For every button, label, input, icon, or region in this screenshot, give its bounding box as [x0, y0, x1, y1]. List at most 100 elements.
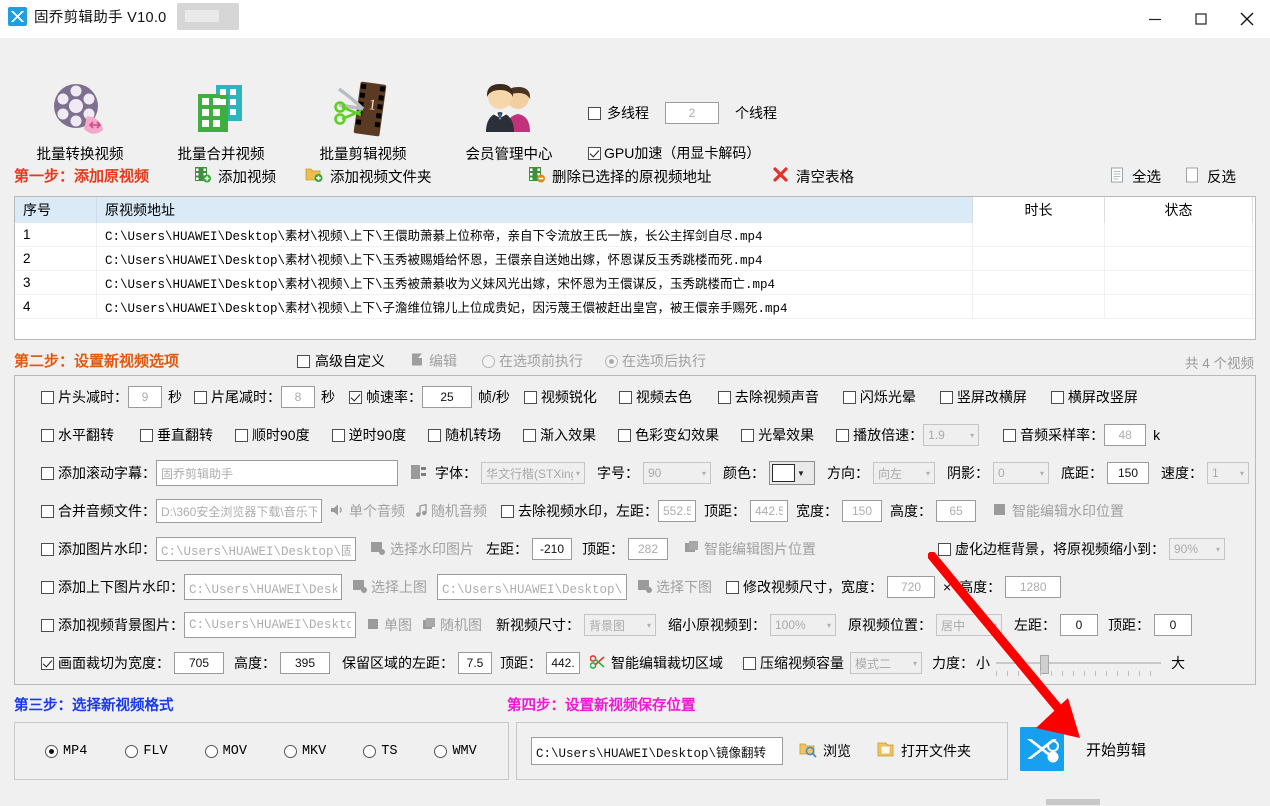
head-trim-option[interactable]: 片头减时：: [41, 387, 128, 407]
edit-button[interactable]: 编辑: [410, 351, 457, 371]
blur-shrink-select[interactable]: 90% ▾: [1169, 538, 1225, 560]
open-folder-button[interactable]: 打开文件夹: [877, 741, 971, 761]
framerate-input[interactable]: [422, 386, 472, 408]
watermark-top-input[interactable]: [750, 500, 788, 522]
tail-trim-option[interactable]: 片尾减时：: [194, 387, 281, 407]
shrink-select[interactable]: 100% ▾: [770, 614, 836, 636]
font-select[interactable]: 华文行楷(STXingkai)▾: [481, 462, 585, 484]
execute-before-radio[interactable]: 在选项前执行: [482, 351, 583, 371]
choose-bottom-image-button[interactable]: 选择下图: [637, 577, 712, 597]
bg-left-input[interactable]: [1060, 614, 1098, 636]
merge-audio-checkbox[interactable]: [41, 504, 54, 518]
delete-selected-button[interactable]: 删除已选择的原视频地址: [528, 166, 712, 187]
close-icon[interactable]: [1224, 0, 1270, 38]
scroll-subtitle-input[interactable]: [156, 460, 398, 486]
direction-select[interactable]: 向左 ▾: [873, 462, 935, 484]
header-status[interactable]: 状态: [1105, 197, 1253, 223]
blur-border-option[interactable]: 虚化边框背景，将原视频缩小到：: [938, 539, 1165, 559]
execute-before-radio-control[interactable]: [482, 354, 495, 368]
header-path[interactable]: 原视频地址: [97, 197, 973, 223]
single-audio-button[interactable]: 单个音频: [330, 501, 405, 521]
crop-checkbox[interactable]: [41, 656, 54, 670]
format-mp4[interactable]: MP4: [45, 744, 87, 759]
save-path-input[interactable]: [531, 737, 783, 765]
topbottom-watermark-checkbox[interactable]: [41, 580, 54, 594]
remove-watermark-option[interactable]: 去除视频水印，左距：: [501, 501, 658, 521]
bg-top-input[interactable]: [1154, 614, 1192, 636]
format-wmv-radio[interactable]: [434, 744, 448, 758]
shadow-select[interactable]: 0 ▾: [993, 462, 1049, 484]
bottom-scroll-area[interactable]: [0, 798, 1270, 806]
image-watermark-input[interactable]: [156, 537, 356, 561]
crop-option[interactable]: 画面裁切为宽度：: [41, 653, 170, 673]
video-list-table[interactable]: 序号 原视频地址 时长 状态 1 C:\Users\HUAWEI\Desktop…: [14, 196, 1256, 340]
crop-height-input[interactable]: [280, 652, 330, 674]
resize-height-input[interactable]: [1005, 576, 1062, 598]
table-row[interactable]: 4 C:\Users\HUAWEI\Desktop\素材\视频\上下\子澹维位锦…: [15, 295, 1255, 319]
format-ts[interactable]: TS: [363, 744, 397, 759]
table-row[interactable]: 3 C:\Users\HUAWEI\Desktop\素材\视频\上下\玉秀被萧綦…: [15, 271, 1255, 295]
mute-checkbox[interactable]: [717, 390, 731, 404]
multithread-option[interactable]: 多线程 个线程: [588, 102, 777, 124]
format-ts-radio[interactable]: [363, 744, 377, 758]
minimize-icon[interactable]: [1132, 0, 1178, 38]
head-trim-input[interactable]: [128, 386, 162, 408]
subtitle-speed-select[interactable]: 1 ▾: [1207, 462, 1249, 484]
header-index[interactable]: 序号: [15, 197, 97, 223]
maximize-icon[interactable]: [1178, 0, 1224, 38]
hflip-checkbox[interactable]: [41, 428, 54, 442]
rotate-ccw90-option[interactable]: 逆时90度: [331, 425, 406, 445]
sharpen-checkbox[interactable]: [523, 390, 537, 404]
table-row[interactable]: 2 C:\Users\HUAWEI\Desktop\素材\视频\上下\玉秀被赐婚…: [15, 247, 1255, 271]
rotate-cw90-option[interactable]: 顺时90度: [235, 425, 310, 445]
remove-watermark-checkbox[interactable]: [501, 504, 514, 518]
fade-in-option[interactable]: 渐入效果: [523, 425, 596, 445]
format-wmv[interactable]: WMV: [434, 744, 477, 759]
new-size-select[interactable]: 背景图 ▾: [584, 614, 656, 636]
halo-option[interactable]: 光晕效果: [741, 425, 814, 445]
advanced-custom-checkbox[interactable]: [297, 354, 310, 368]
position-select[interactable]: 居中 ▾: [936, 614, 1002, 636]
crop-top-input[interactable]: [546, 652, 580, 674]
clear-table-button[interactable]: 清空表格: [772, 166, 854, 187]
scroll-subtitle-checkbox[interactable]: [41, 466, 54, 480]
thread-count-input[interactable]: [665, 102, 719, 124]
img-top-input[interactable]: [628, 538, 668, 560]
horizontal-to-vertical-option[interactable]: 横屏改竖屏: [1050, 387, 1138, 407]
add-video-button[interactable]: 添加视频: [194, 166, 276, 187]
framerate-option[interactable]: 帧速率：: [349, 387, 422, 407]
format-flv-radio[interactable]: [125, 744, 139, 758]
format-mp4-radio[interactable]: [45, 744, 58, 758]
subtitle-edit-icon[interactable]: [410, 464, 427, 483]
single-image-button[interactable]: 单图: [366, 615, 412, 635]
smart-image-position-button[interactable]: 智能编辑图片位置: [684, 539, 816, 559]
flicker-option[interactable]: 闪烁光晕: [842, 387, 916, 407]
gpu-checkbox[interactable]: [588, 146, 601, 160]
format-mkv[interactable]: MKV: [283, 744, 326, 759]
header-duration[interactable]: 时长: [973, 197, 1105, 223]
browse-button[interactable]: 浏览: [799, 741, 851, 761]
tail-trim-checkbox[interactable]: [194, 390, 207, 404]
compress-checkbox[interactable]: [743, 656, 756, 670]
crop-width-input[interactable]: [174, 652, 224, 674]
smart-watermark-button[interactable]: 智能编辑水印位置: [992, 501, 1124, 521]
speed-select[interactable]: 1.9 ▾: [923, 424, 980, 446]
scroll-thumb[interactable]: [1046, 799, 1100, 805]
speed-checkbox[interactable]: [836, 428, 850, 442]
smart-crop-button[interactable]: 智能编辑裁切区域: [589, 653, 723, 673]
vertical-to-horizontal-option[interactable]: 竖屏改横屏: [939, 387, 1027, 407]
decolor-option[interactable]: 视频去色: [618, 387, 692, 407]
compress-option[interactable]: 压缩视频容量: [743, 653, 844, 673]
choose-watermark-image-button[interactable]: 选择水印图片: [370, 539, 474, 559]
add-folder-button[interactable]: 添加视频文件夹: [305, 166, 432, 187]
color-shift-checkbox[interactable]: [618, 428, 632, 442]
watermark-width-input[interactable]: [842, 500, 882, 522]
framerate-checkbox[interactable]: [349, 390, 362, 404]
hflip-option[interactable]: 水平翻转: [41, 425, 114, 445]
samplerate-input[interactable]: [1104, 424, 1147, 446]
tool-batch-convert[interactable]: 批量转换视频: [5, 78, 155, 164]
execute-after-radio[interactable]: 在选项后执行: [605, 351, 706, 371]
blur-border-checkbox[interactable]: [938, 542, 951, 556]
vflip-checkbox[interactable]: [140, 428, 153, 442]
image-watermark-checkbox[interactable]: [41, 542, 54, 556]
